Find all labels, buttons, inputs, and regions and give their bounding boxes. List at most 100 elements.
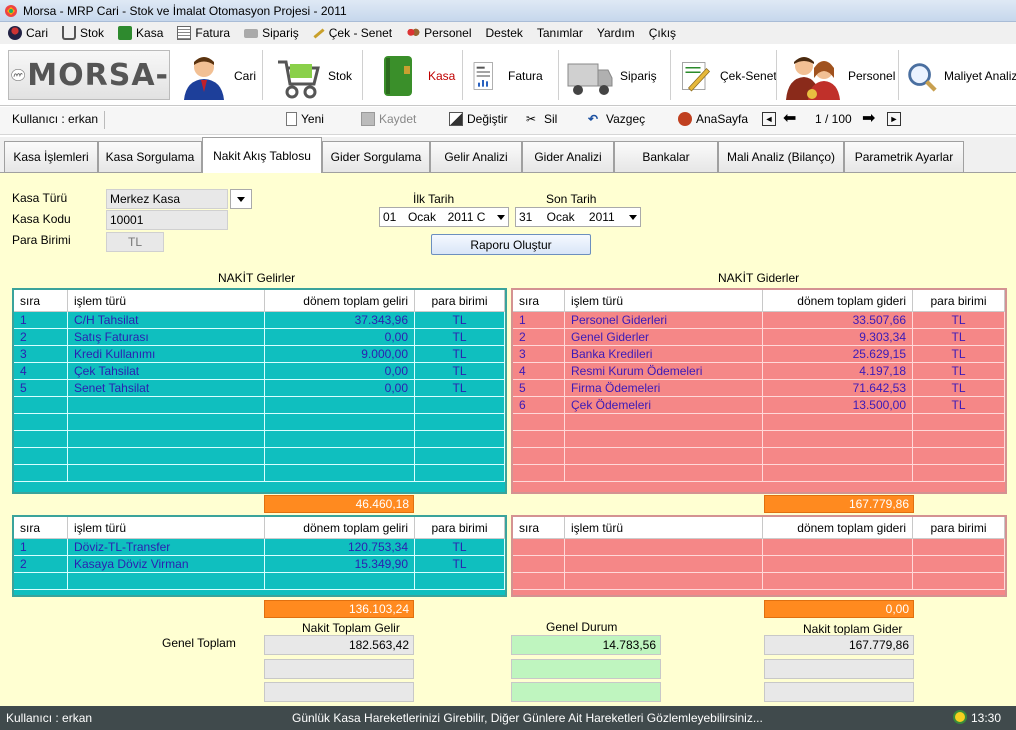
- son-tarih-picker[interactable]: 31 Ocak 2011: [515, 207, 641, 227]
- toolbar-personel-button[interactable]: Personel: [782, 50, 895, 102]
- table-row[interactable]: 6 Çek Ödemeleri 13.500,00 TL: [513, 397, 1005, 414]
- row-index: [513, 448, 565, 465]
- toolbar-separator: [898, 50, 899, 100]
- home-button[interactable]: AnaSayfa: [678, 112, 748, 126]
- currency: [415, 397, 505, 414]
- toolbar-siparis-button[interactable]: Sipariş: [566, 50, 657, 102]
- table-row[interactable]: 5 Senet Tahsilat 0,00 TL: [14, 380, 505, 397]
- table-row[interactable]: 4 Resmi Kurum Ödemeleri 4.197,18 TL: [513, 363, 1005, 380]
- save-button[interactable]: Kaydet: [361, 112, 416, 126]
- table-row[interactable]: [513, 539, 1005, 556]
- nakit-gelir-label: Nakit Toplam Gelir: [302, 621, 400, 635]
- menu-tanimlar[interactable]: Tanımlar: [537, 26, 583, 40]
- new-button[interactable]: Yeni: [286, 112, 324, 126]
- menu-fatura[interactable]: Fatura: [177, 26, 230, 40]
- menu-personel[interactable]: Personel: [406, 26, 472, 40]
- table-row[interactable]: [14, 465, 505, 482]
- menu-cari[interactable]: Cari: [8, 26, 48, 40]
- menu-cikis[interactable]: Çıkış: [649, 26, 676, 40]
- currency: [415, 573, 505, 590]
- menu-destek[interactable]: Destek: [486, 26, 523, 40]
- period-total: 9.000,00: [265, 346, 415, 363]
- table-row[interactable]: [14, 414, 505, 431]
- table-row[interactable]: [513, 573, 1005, 590]
- currency: TL: [415, 363, 505, 380]
- ilk-tarih-picker[interactable]: 01 Ocak 2011 C: [379, 207, 509, 227]
- table-row[interactable]: 1 Döviz-TL-Transfer 120.753,34 TL: [14, 539, 505, 556]
- tab-gider-sorgulama[interactable]: Gider Sorgulama: [322, 141, 430, 172]
- action-toolbar: Kullanıcı : erkan Yeni Kaydet Değiştir ✂…: [0, 107, 1016, 135]
- table-row[interactable]: 4 Çek Tahsilat 0,00 TL: [14, 363, 505, 380]
- tab-gelir-analizi[interactable]: Gelir Analizi: [430, 141, 522, 172]
- next-record-button[interactable]: ➡: [862, 111, 884, 127]
- menu-cek-senet[interactable]: Çek - Senet: [313, 26, 392, 40]
- floppy-disk-icon: [361, 112, 375, 126]
- table-row[interactable]: [513, 465, 1005, 482]
- menu-yardim[interactable]: Yardım: [597, 26, 635, 40]
- toolbar-fatura-button[interactable]: Fatura: [470, 50, 543, 102]
- table-row[interactable]: 1 Personel Giderleri 33.507,66 TL: [513, 312, 1005, 329]
- generate-report-button[interactable]: Raporu Oluştur: [431, 234, 591, 255]
- para-birimi-field[interactable]: TL: [106, 232, 164, 252]
- table-row[interactable]: 2 Kasaya Döviz Virman 15.349,90 TL: [14, 556, 505, 573]
- previous-record-button[interactable]: ⬅: [783, 110, 805, 127]
- transaction-type: [68, 397, 265, 414]
- toolbar-separator: [670, 50, 671, 100]
- table-row[interactable]: [14, 397, 505, 414]
- toolbar-separator: [462, 50, 463, 100]
- row-index: [513, 431, 565, 448]
- income-section-title: NAKİT Gelirler: [218, 271, 296, 285]
- toolbar-separator: [558, 50, 559, 100]
- tab-kasa-sorgulama[interactable]: Kasa Sorgulama: [98, 141, 202, 172]
- table-row[interactable]: 2 Satış Faturası 0,00 TL: [14, 329, 505, 346]
- new-document-icon: [286, 112, 297, 126]
- menu-siparis[interactable]: Sipariş: [244, 26, 299, 40]
- expense-table: sıra işlem türü dönem toplam gideri para…: [511, 288, 1007, 494]
- currency: TL: [415, 346, 505, 363]
- table-row[interactable]: 3 Banka Kredileri 25.629,15 TL: [513, 346, 1005, 363]
- kasa-turu-dropdown-button[interactable]: [230, 189, 252, 209]
- delete-button[interactable]: ✂ Sil: [526, 112, 557, 126]
- row-index: [14, 465, 68, 482]
- menu-stok[interactable]: Stok: [62, 26, 104, 40]
- tab-kasa-islemleri[interactable]: Kasa İşlemleri: [4, 141, 98, 172]
- menu-kasa[interactable]: Kasa: [118, 26, 163, 40]
- table-row[interactable]: 5 Firma Ödemeleri 71.642,53 TL: [513, 380, 1005, 397]
- kasa-kodu-field[interactable]: 10001: [106, 210, 228, 230]
- toolbar-cek-senet-button[interactable]: Çek-Senet: [678, 50, 777, 102]
- home-icon: [678, 112, 692, 126]
- fx-income-total-field: 136.103,24: [264, 600, 414, 618]
- tab-bankalar[interactable]: Bankalar: [614, 141, 718, 172]
- tab-mali-analiz[interactable]: Mali Analiz (Bilanço): [718, 141, 844, 172]
- period-total: 71.642,53: [763, 380, 913, 397]
- toolbar-stok-button[interactable]: Stok: [274, 50, 352, 102]
- last-record-button[interactable]: ►: [887, 112, 905, 126]
- transaction-type: [68, 414, 265, 431]
- table-row[interactable]: 1 C/H Tahsilat 37.343,96 TL: [14, 312, 505, 329]
- tab-parametrik-ayarlar[interactable]: Parametrik Ayarlar: [844, 141, 964, 172]
- transaction-type: [68, 448, 265, 465]
- table-row[interactable]: [14, 431, 505, 448]
- tab-nakit-akis-tablosu[interactable]: Nakit Akış Tablosu: [202, 137, 322, 173]
- table-row[interactable]: [513, 556, 1005, 573]
- person-icon: [8, 26, 22, 40]
- toolbar-kasa-button[interactable]: Kasa: [374, 50, 455, 102]
- transaction-type: Banka Kredileri: [565, 346, 763, 363]
- period-total: 4.197,18: [763, 363, 913, 380]
- table-row[interactable]: 3 Kredi Kullanımı 9.000,00 TL: [14, 346, 505, 363]
- toolbar-maliyet-button[interactable]: Maliyet Analizi: [904, 50, 1016, 102]
- edit-button[interactable]: Değiştir: [449, 112, 508, 126]
- table-row[interactable]: [14, 573, 505, 590]
- transaction-type: Resmi Kurum Ödemeleri: [565, 363, 763, 380]
- table-row[interactable]: 2 Genel Giderler 9.303,34 TL: [513, 329, 1005, 346]
- kasa-turu-select[interactable]: Merkez Kasa: [106, 189, 228, 209]
- table-row[interactable]: [513, 431, 1005, 448]
- tab-gider-analizi[interactable]: Gider Analizi: [522, 141, 614, 172]
- table-row[interactable]: [513, 448, 1005, 465]
- cancel-button[interactable]: ↶ Vazgeç: [588, 112, 645, 126]
- arrow-left-icon: ⬅: [783, 110, 797, 127]
- toolbar-cari-button[interactable]: Cari: [180, 50, 256, 102]
- table-row[interactable]: [14, 448, 505, 465]
- table-row[interactable]: [513, 414, 1005, 431]
- first-record-button[interactable]: ◄: [762, 112, 780, 126]
